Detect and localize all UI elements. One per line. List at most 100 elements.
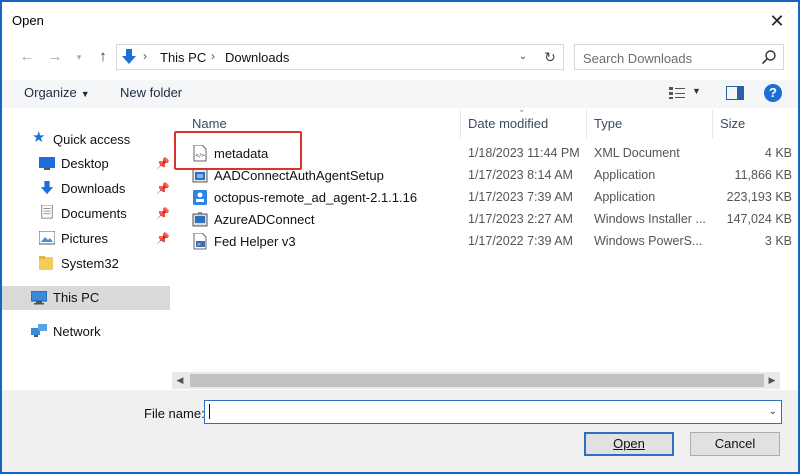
breadcrumb-downloads[interactable]: Downloads [225, 50, 289, 65]
text-cursor [209, 404, 210, 419]
close-icon[interactable]: ✕ [766, 10, 788, 32]
column-divider[interactable] [586, 110, 587, 138]
column-divider[interactable] [460, 110, 461, 138]
window-title: Open [12, 13, 44, 28]
file-row[interactable]: octopus-remote_ad_agent-2.1.1.16 1/17/20… [172, 187, 798, 209]
nav-label: This PC [53, 290, 100, 305]
nav-label: Quick access [53, 132, 131, 147]
nav-label: Desktop [61, 156, 109, 171]
metadata-highlight-box [174, 131, 302, 170]
refresh-icon[interactable]: ↻ [540, 46, 560, 68]
breadcrumb-separator: › [143, 49, 147, 63]
dialog-footer: File name: ⌄ Open Cancel [2, 390, 798, 472]
file-name: AzureADConnect [214, 212, 315, 227]
up-arrow-icon[interactable]: ↑ [92, 46, 114, 68]
organize-label: Organize [24, 85, 77, 100]
pin-icon[interactable]: 📌 [156, 207, 170, 220]
downloads-arrow-icon [122, 49, 136, 64]
file-type: XML Document [594, 146, 680, 160]
file-date: 1/18/2023 11:44 PM [468, 146, 580, 160]
back-arrow-icon[interactable]: ← [16, 46, 38, 68]
forward-arrow-icon[interactable]: → [44, 46, 66, 68]
file-date: 1/17/2023 2:27 AM [468, 212, 573, 226]
file-type: Windows Installer ... [594, 212, 706, 226]
file-name-input[interactable]: ⌄ [204, 400, 782, 424]
scroll-left-icon[interactable]: ◀ [172, 372, 188, 389]
help-icon[interactable]: ? [764, 84, 782, 102]
nav-item-desktop[interactable]: Desktop 📌 [2, 152, 170, 176]
file-date: 1/17/2022 7:39 AM [468, 234, 573, 248]
nav-label: System32 [61, 256, 119, 271]
view-dropdown-icon[interactable]: ▼ [692, 86, 701, 96]
scroll-right-icon[interactable]: ▶ [764, 372, 780, 389]
application-icon [193, 190, 207, 205]
nav-item-pictures[interactable]: Pictures 📌 [2, 227, 170, 251]
documents-icon [41, 205, 53, 219]
folder-icon [39, 256, 53, 270]
file-date: 1/17/2023 7:39 AM [468, 190, 573, 204]
nav-item-quick-access[interactable]: ★ Quick access [2, 128, 170, 152]
pictures-icon [39, 231, 55, 245]
file-name-dropdown-icon[interactable]: ⌄ [769, 406, 777, 417]
recent-locations-chevron-icon[interactable]: ▾ [68, 46, 90, 68]
powershell-script-icon: >_ [193, 233, 207, 250]
column-header-size[interactable]: Size [720, 116, 745, 131]
file-size: 11,866 KB [734, 168, 792, 182]
scrollbar-thumb[interactable] [190, 374, 764, 387]
breadcrumb-separator: › [211, 49, 215, 63]
preview-pane-icon[interactable] [726, 86, 744, 100]
file-name: octopus-remote_ad_agent-2.1.1.16 [214, 190, 418, 205]
cancel-button[interactable]: Cancel [690, 432, 780, 456]
nav-item-network[interactable]: Network [2, 320, 170, 344]
open-dialog: Open ✕ ← → ▾ ↑ › This PC › Downloads ⌄ ↻… [0, 0, 800, 474]
pin-icon[interactable]: 📌 [156, 157, 170, 170]
star-icon: ★ [32, 129, 46, 146]
column-header-name[interactable]: Name [192, 116, 227, 131]
installer-icon [192, 212, 208, 227]
address-dropdown-icon[interactable]: ⌄ [514, 46, 532, 68]
file-row[interactable]: AzureADConnect 1/17/2023 2:27 AM Windows… [172, 209, 798, 231]
file-name: AADConnectAuthAgentSetup [214, 168, 384, 183]
nav-label: Downloads [61, 181, 126, 196]
pin-icon[interactable]: 📌 [156, 232, 170, 245]
command-toolbar: Organize ▼ New folder ▼ ? [2, 80, 798, 108]
downloads-arrow-icon [40, 181, 54, 195]
nav-label: Network [53, 324, 101, 339]
search-placeholder: Search Downloads [583, 51, 693, 66]
file-name-label: File name: [144, 406, 205, 421]
nav-item-documents[interactable]: Documents 📌 [2, 202, 170, 226]
file-row[interactable]: >_ Fed Helper v3 1/17/2022 7:39 AM Windo… [172, 231, 798, 253]
column-divider[interactable] [712, 110, 713, 138]
desktop-icon [39, 157, 55, 170]
horizontal-scrollbar[interactable]: ◀ ▶ [172, 372, 780, 389]
file-type: Application [594, 190, 656, 204]
nav-label: Pictures [61, 231, 108, 246]
file-size: 147,024 KB [726, 212, 792, 226]
organize-button[interactable]: Organize ▼ [24, 85, 90, 100]
svg-text:>_: >_ [197, 242, 204, 248]
nav-item-downloads[interactable]: Downloads 📌 [2, 177, 170, 201]
nav-item-this-pc[interactable]: This PC [2, 286, 170, 310]
search-icon[interactable] [761, 49, 777, 65]
open-button[interactable]: Open [584, 432, 674, 456]
file-type: Windows PowerS... [594, 234, 703, 248]
search-box[interactable]: Search Downloads [574, 44, 784, 70]
title-bar: Open ✕ [2, 2, 798, 40]
nav-item-system32[interactable]: System32 [2, 252, 170, 276]
file-date: 1/17/2023 8:14 AM [468, 168, 573, 182]
pin-icon[interactable]: 📌 [156, 182, 170, 195]
view-options-icon[interactable] [668, 86, 686, 100]
column-header-date[interactable]: Date modified [468, 116, 548, 131]
network-icon [31, 324, 47, 337]
nav-label: Documents [61, 206, 127, 221]
file-name: Fed Helper v3 [214, 234, 296, 249]
breadcrumb-this-pc[interactable]: This PC [160, 50, 206, 65]
column-header-type[interactable]: Type [594, 116, 622, 131]
new-folder-button[interactable]: New folder [120, 85, 182, 100]
file-size: 3 KB [764, 234, 792, 248]
open-label: Open [613, 436, 645, 451]
file-size: 223,193 KB [726, 190, 792, 204]
navigation-pane: ★ Quick access Desktop 📌 Downloads 📌 Doc… [2, 110, 170, 372]
address-bar[interactable]: › This PC › Downloads [116, 44, 564, 70]
sort-indicator-icon: ⌄ [518, 104, 526, 114]
